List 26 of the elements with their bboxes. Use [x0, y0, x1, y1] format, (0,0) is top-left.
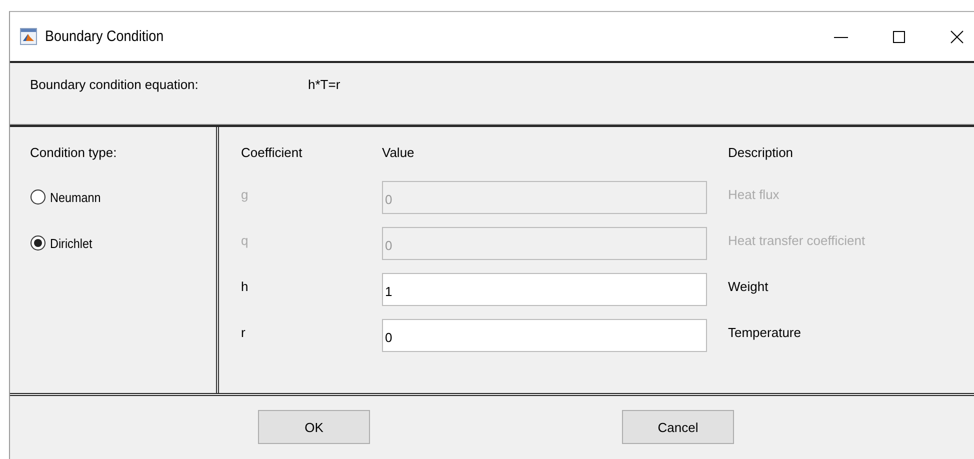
column-header: Value	[382, 145, 416, 160]
ok-button[interactable]: OK	[258, 410, 370, 444]
coefficient-description: Heat flux	[728, 186, 780, 202]
coefficient-description: Heat transfer coefficient	[728, 232, 866, 248]
coefficient-name: q	[241, 232, 250, 248]
equation-text: h*T=r	[308, 77, 340, 94]
coefficient-description: Weight	[728, 278, 770, 294]
coefficient-name: r	[241, 324, 246, 340]
window-title: Boundary Condition	[45, 28, 164, 45]
coefficient-description: Temperature	[728, 324, 802, 340]
maximize-icon[interactable]	[892, 30, 906, 44]
value-field[interactable]: 1	[382, 273, 707, 306]
column-header: Coefficient	[241, 145, 304, 160]
equation-label: Boundary condition equation:	[30, 77, 200, 94]
cancel-button[interactable]: Cancel	[622, 410, 734, 444]
radio-button[interactable]	[30, 235, 46, 251]
radio-label[interactable]: Neumann	[50, 190, 101, 204]
radio-label[interactable]: Dirichlet	[50, 236, 92, 250]
coefficient-name: h	[241, 278, 250, 294]
coefficient-name: g	[241, 186, 250, 202]
condition-type-label: Condition type:	[30, 145, 118, 160]
close-icon[interactable]	[950, 30, 964, 44]
radio-button[interactable]	[30, 189, 46, 205]
column-header: Description	[728, 145, 794, 160]
app-logo-icon	[20, 28, 37, 45]
value-field[interactable]: 0	[382, 319, 707, 352]
